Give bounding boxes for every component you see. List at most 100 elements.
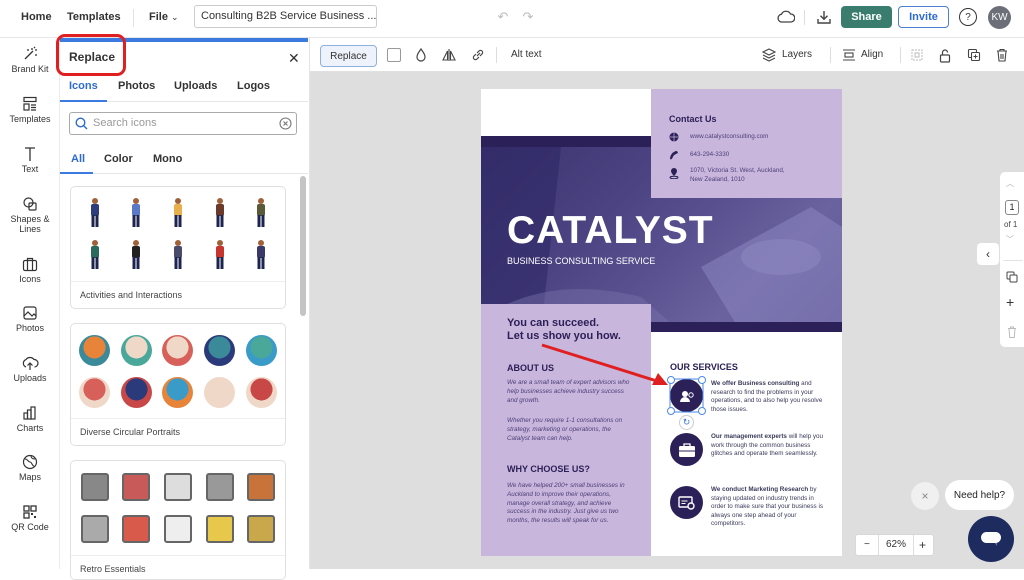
document-title-input[interactable]: Consulting B2B Service Business ... — [194, 5, 377, 28]
tab-photos[interactable]: Photos — [118, 80, 155, 92]
trash-icon[interactable] — [995, 47, 1009, 63]
portrait-thumbnail[interactable] — [117, 330, 157, 370]
portrait-thumbnail[interactable] — [158, 330, 198, 370]
service-3-text[interactable]: We conduct Marketing Research by staying… — [711, 486, 828, 529]
service-2-text[interactable]: Our management experts will help you wor… — [711, 433, 828, 459]
rail-maps[interactable]: Maps — [0, 454, 60, 482]
add-page-icon[interactable]: + — [1006, 294, 1014, 310]
share-button[interactable]: Share — [841, 6, 892, 28]
retro-icon-thumbnail[interactable] — [241, 467, 281, 507]
services-title[interactable]: OUR SERVICES — [670, 362, 738, 372]
color-swatch[interactable] — [387, 48, 401, 62]
chat-button[interactable] — [968, 516, 1014, 562]
replace-button[interactable]: Replace — [320, 45, 377, 67]
figure-thumbnail[interactable] — [241, 235, 281, 275]
rail-brand-kit[interactable]: Brand Kit — [0, 46, 60, 74]
rail-uploads[interactable]: Uploads — [0, 355, 60, 383]
contact-address[interactable]: 1070, Victoria St. West, Auckland, New Ze… — [690, 167, 785, 185]
portrait-thumbnail[interactable] — [200, 330, 240, 370]
subtab-mono[interactable]: Mono — [153, 153, 182, 165]
collapse-panel-button[interactable]: ‹ — [977, 243, 999, 265]
avatar[interactable]: KW — [988, 6, 1011, 29]
dismiss-help-button[interactable]: × — [911, 482, 939, 510]
subtab-color[interactable]: Color — [104, 153, 133, 165]
retro-icon-thumbnail[interactable] — [200, 467, 240, 507]
why-paragraph[interactable]: We have helped 200+ small businesses in … — [507, 482, 635, 526]
help-icon[interactable]: ? — [959, 8, 977, 26]
tab-icons[interactable]: Icons — [69, 80, 98, 92]
zoom-value[interactable]: 62% — [886, 539, 906, 550]
zoom-out-button[interactable]: − — [864, 539, 870, 550]
portrait-thumbnail[interactable] — [200, 372, 240, 412]
figure-thumbnail[interactable] — [241, 193, 281, 233]
download-icon[interactable] — [815, 8, 833, 26]
invite-button[interactable]: Invite — [898, 6, 949, 28]
rail-charts[interactable]: Charts — [0, 405, 60, 433]
redo-icon[interactable]: ↷ — [520, 9, 536, 25]
contact-title[interactable]: Contact Us — [669, 114, 717, 124]
search-input[interactable]: Search icons — [69, 112, 297, 135]
alt-text-button[interactable]: Alt text — [511, 49, 542, 60]
flip-icon[interactable] — [442, 48, 456, 62]
delete-page-icon[interactable] — [1007, 326, 1017, 338]
figure-thumbnail[interactable] — [75, 235, 115, 275]
portrait-thumbnail[interactable] — [241, 372, 281, 412]
why-title[interactable]: WHY CHOOSE US? — [507, 464, 590, 474]
panel-scrollbar[interactable] — [300, 176, 306, 316]
retro-icon-thumbnail[interactable] — [117, 509, 157, 549]
retro-icon-thumbnail[interactable] — [158, 467, 198, 507]
undo-icon[interactable]: ↶ — [495, 9, 511, 25]
rail-photos[interactable]: Photos — [0, 305, 60, 333]
service-icon-management[interactable] — [670, 433, 703, 466]
zoom-in-button[interactable]: + — [919, 538, 926, 552]
file-menu[interactable]: File ⌄ — [149, 11, 179, 23]
portrait-thumbnail[interactable] — [158, 372, 198, 412]
brand-title[interactable]: CATALYST — [507, 209, 714, 253]
icon-collection-card[interactable]: Activities and Interactions — [70, 186, 286, 309]
nav-home[interactable]: Home — [21, 11, 52, 23]
rail-icons[interactable]: Icons — [0, 256, 60, 284]
duplicate-icon[interactable] — [967, 48, 981, 62]
cloud-saved-icon[interactable] — [776, 8, 796, 26]
lock-icon[interactable] — [938, 47, 952, 63]
figure-thumbnail[interactable] — [158, 235, 198, 275]
rail-shapes-lines[interactable]: Shapes & Lines — [0, 196, 60, 234]
rail-text[interactable]: Text — [0, 146, 60, 174]
current-page[interactable]: 1 — [1005, 200, 1019, 215]
retro-icon-thumbnail[interactable] — [158, 509, 198, 549]
figure-thumbnail[interactable] — [200, 235, 240, 275]
retro-icon-thumbnail[interactable] — [75, 509, 115, 549]
link-icon[interactable] — [471, 48, 485, 62]
rail-templates[interactable]: Templates — [0, 96, 60, 124]
contact-website[interactable]: www.catalystconsulting.com — [690, 133, 768, 142]
contact-phone[interactable]: 643-294-3330 — [690, 151, 729, 160]
tab-logos[interactable]: Logos — [237, 80, 270, 92]
figure-thumbnail[interactable] — [75, 193, 115, 233]
layers-button[interactable]: Layers — [782, 49, 812, 60]
clear-search-icon[interactable] — [279, 117, 292, 130]
brand-tagline[interactable]: BUSINESS CONSULTING SERVICE — [507, 256, 655, 266]
rail-qr-code[interactable]: QR Code — [0, 504, 60, 532]
page-up-icon[interactable]: ︿ — [1006, 178, 1014, 189]
document-page[interactable]: CATALYST BUSINESS CONSULTING SERVICE Con… — [481, 89, 842, 556]
icon-collection-card[interactable]: Retro Essentials — [70, 460, 286, 580]
figure-thumbnail[interactable] — [117, 193, 157, 233]
need-help-bubble[interactable]: Need help? — [945, 480, 1014, 510]
figure-thumbnail[interactable] — [158, 193, 198, 233]
align-button[interactable]: Align — [861, 49, 883, 60]
opacity-drop-icon[interactable] — [414, 48, 428, 62]
nav-templates[interactable]: Templates — [67, 11, 121, 23]
retro-icon-thumbnail[interactable] — [200, 509, 240, 549]
group-icon[interactable] — [910, 48, 924, 62]
portrait-thumbnail[interactable] — [75, 330, 115, 370]
service-1-text[interactable]: We offer Business consulting and researc… — [711, 380, 828, 414]
about-paragraph-2[interactable]: Whether you require 1-1 consultations on… — [507, 417, 635, 443]
portrait-thumbnail[interactable] — [241, 330, 281, 370]
retro-icon-thumbnail[interactable] — [75, 467, 115, 507]
retro-icon-thumbnail[interactable] — [117, 467, 157, 507]
portrait-thumbnail[interactable] — [75, 372, 115, 412]
tab-uploads[interactable]: Uploads — [174, 80, 217, 92]
portrait-thumbnail[interactable] — [117, 372, 157, 412]
close-icon[interactable]: ✕ — [288, 50, 300, 67]
subtab-all[interactable]: All — [71, 153, 85, 165]
